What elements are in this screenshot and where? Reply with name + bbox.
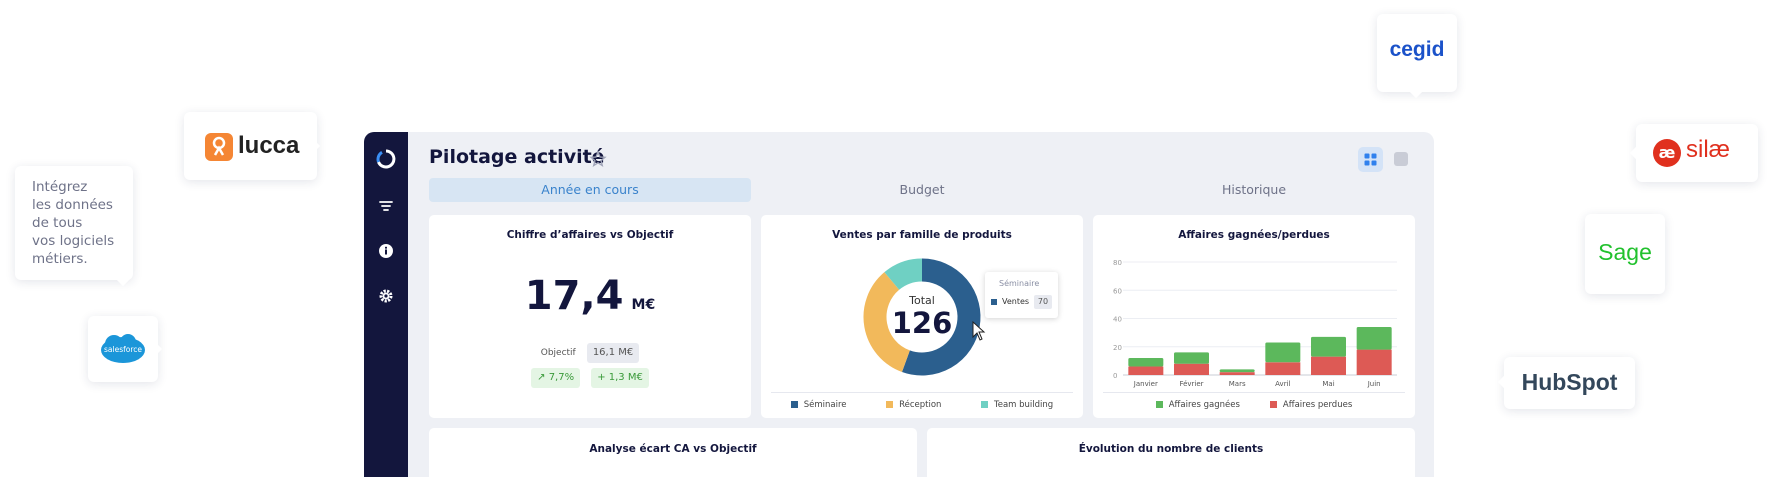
donut-tooltip: Séminaire Ventes 70 [985, 272, 1058, 318]
x-tick-label: Février [1179, 380, 1203, 388]
tooltip-swatch [991, 299, 997, 305]
lucca-icon [205, 133, 233, 161]
cegid-logo-text: cegid [1389, 38, 1445, 61]
info-icon[interactable] [378, 243, 394, 259]
mouse-cursor-icon [972, 320, 986, 341]
silae-icon: æ [1653, 139, 1681, 167]
favorite-star-icon[interactable] [589, 150, 607, 168]
bar-affaires-perdues-1[interactable] [1174, 363, 1209, 375]
bar-affaires-gagnees-0[interactable] [1128, 358, 1164, 367]
nav-rail [364, 132, 408, 477]
clients-card-title: Évolution du nombre de clients [1078, 443, 1264, 455]
single-view-toggle[interactable] [1394, 152, 1408, 166]
bar-affaires-perdues-5[interactable] [1356, 349, 1392, 375]
app-logo-icon[interactable] [376, 149, 396, 169]
hubspot-logo-bubble: HubSpot [1497, 357, 1635, 409]
lucca-logo-text: lucca [238, 132, 300, 159]
donut-card: Ventes par famille de produits Total 126… [761, 215, 1083, 418]
x-tick-label: Juin [1367, 380, 1381, 388]
bar-affaires-gagnees-5[interactable] [1356, 326, 1392, 350]
legend-item-team-building[interactable]: Team building [980, 400, 1053, 410]
grid-icon [1364, 153, 1377, 166]
bar-chart: 0 20 40 60 80 Janvier Février Mars Avril Mai Juin [1113, 259, 1397, 388]
y-tick-label: 80 [1113, 259, 1122, 267]
silae-logo-bubble: æ silæ [1629, 124, 1758, 182]
donut-legend: Séminaire Réception Team building [771, 392, 1073, 410]
kpi-card-title: Chiffre d’affaires vs Objectif [506, 229, 674, 241]
tooltip-label: Ventes [1002, 297, 1030, 306]
delta-percent-badge: ↗ 7,7% [531, 368, 581, 388]
donut-slice-team-building[interactable] [884, 258, 923, 291]
kpi-value: 17,4 [524, 273, 624, 319]
bar-affaires-gagnees-2[interactable] [1219, 369, 1255, 373]
tooltip-title: Séminaire [999, 279, 1040, 288]
legend-item-affaires-gagnees[interactable]: Affaires gagnées [1155, 400, 1240, 410]
objective-value: 16,1 M€ [586, 343, 640, 363]
tab-historique[interactable]: Historique [1093, 178, 1415, 202]
bar-affaires-perdues-0[interactable] [1128, 366, 1164, 375]
tabs: Année en cours Budget Historique [429, 178, 1419, 202]
lucca-logo-bubble: lucca [184, 112, 321, 180]
bar-affaires-perdues-3[interactable] [1265, 362, 1301, 375]
bar-card: Affaires gagnées/perdues 0 20 40 60 80 Janvie… [1093, 215, 1415, 418]
x-tick-label: Mars [1229, 380, 1246, 388]
filter-icon[interactable] [378, 198, 394, 214]
grid-view-toggle[interactable] [1358, 147, 1383, 172]
cegid-logo-bubble: cegid [1377, 14, 1457, 99]
kpi-delta-row: ↗ 7,7% + 1,3 M€ [429, 365, 751, 388]
bar-affaires-gagnees-3[interactable] [1265, 342, 1301, 363]
promo-bubble: Intégrez les données de tous vos logicie… [15, 166, 133, 287]
x-tick-label: Avril [1275, 380, 1290, 388]
y-tick-label: 0 [1113, 372, 1117, 380]
hubspot-logo-text: HubSpot [1521, 369, 1618, 395]
donut-center-value: 126 [891, 306, 953, 340]
kpi-main-value: 17,4 M€ [429, 273, 751, 319]
bar-affaires-perdues-4[interactable] [1311, 356, 1346, 375]
sage-logo-text: Sage [1598, 239, 1652, 265]
kpi-unit: M€ [631, 297, 656, 313]
y-tick-label: 40 [1113, 316, 1122, 324]
settings-gear-icon[interactable] [378, 288, 394, 304]
legend-item-affaires-perdues[interactable]: Affaires perdues [1269, 400, 1352, 410]
y-tick-label: 20 [1113, 344, 1122, 352]
kpi-objective-row: Objectif 16,1 M€ [429, 340, 751, 363]
bar-affaires-gagnees-4[interactable] [1311, 336, 1346, 357]
x-tick-label: Mai [1322, 380, 1334, 388]
bar-affaires-gagnees-1[interactable] [1174, 352, 1209, 364]
tab-annee-en-cours[interactable]: Année en cours [429, 178, 751, 202]
salesforce-logo-text: salesforce [104, 345, 142, 354]
delta-absolute-badge: + 1,3 M€ [591, 368, 649, 388]
bar-legend: Affaires gagnées Affaires perdues [1103, 392, 1405, 410]
legend-item-reception[interactable]: Réception [886, 400, 941, 410]
tooltip-value: 70 [1034, 295, 1052, 309]
page-title: Pilotage activité [429, 146, 605, 168]
legend-item-seminaire[interactable]: Séminaire [790, 400, 847, 410]
app-window: Pilotage activité Année en cours Budget … [364, 132, 1434, 477]
kpi-card: Chiffre d’affaires vs Objectif 17,4 M€ O… [429, 215, 751, 418]
promo-text: Intégrez les données de tous vos logicie… [32, 179, 115, 267]
sage-logo-bubble: Sage [1585, 214, 1665, 294]
bar-affaires-perdues-2[interactable] [1219, 372, 1255, 375]
ecart-card-title: Analyse écart CA vs Objectif [589, 443, 757, 455]
salesforce-logo-bubble: salesforce [88, 316, 163, 382]
x-tick-label: Janvier [1133, 380, 1158, 388]
objective-label: Objectif [540, 348, 576, 358]
tab-budget[interactable]: Budget [761, 178, 1083, 202]
y-tick-label: 60 [1113, 287, 1122, 295]
silae-logo-text: silæ [1686, 136, 1731, 163]
